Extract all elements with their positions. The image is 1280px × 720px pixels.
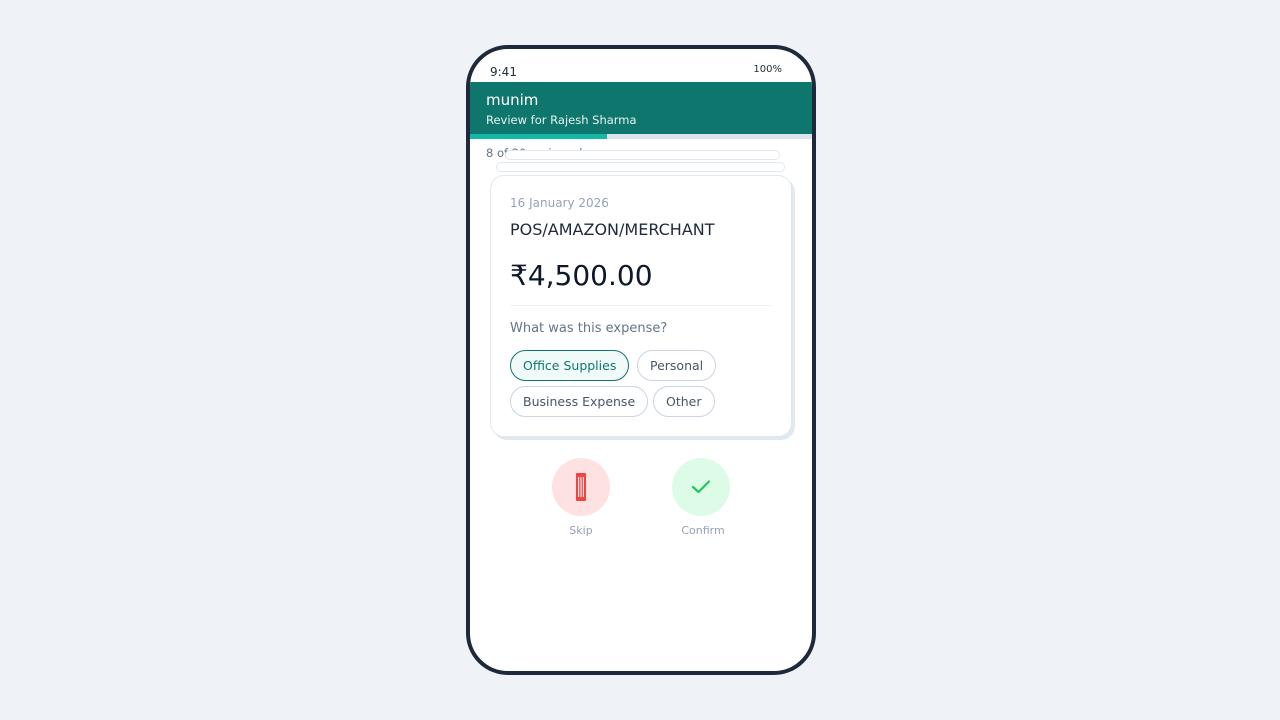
skip-button[interactable] [552, 458, 610, 516]
confirm-label: Confirm [681, 524, 725, 537]
check-icon [691, 480, 711, 494]
trash-icon [576, 473, 586, 501]
category-chip-personal[interactable]: Personal [637, 350, 717, 381]
status-bar: 9:41 100% [470, 49, 812, 82]
skip-label: Skip [569, 524, 593, 537]
category-question: What was this expense? [510, 321, 668, 336]
progress-fill [470, 134, 607, 139]
stacked-card-back [505, 150, 780, 160]
divider [510, 305, 772, 306]
progress-bar [470, 134, 812, 139]
app-header: munim Review for Rajesh Sharma [470, 82, 812, 134]
battery-level: 100% [753, 64, 782, 75]
transaction-date: 16 January 2026 [510, 196, 609, 210]
phone-frame: 9:41 100% munim Review for Rajesh Sharma… [466, 45, 816, 675]
transaction-card[interactable]: 16 January 2026 POS/AMAZON/MERCHANT ₹4,5… [490, 175, 792, 437]
category-chip-business-expense[interactable]: Business Expense [510, 386, 649, 417]
category-chip-office-supplies[interactable]: Office Supplies [510, 350, 630, 381]
app-title: munim [486, 91, 539, 109]
category-chip-other[interactable]: Other [653, 386, 715, 417]
confirm-button[interactable] [672, 458, 730, 516]
status-time: 9:41 [490, 65, 517, 79]
transaction-merchant: POS/AMAZON/MERCHANT [510, 220, 715, 239]
stacked-card-middle [496, 162, 785, 172]
app-subtitle: Review for Rajesh Sharma [486, 113, 637, 127]
transaction-amount: ₹4,500.00 [510, 259, 653, 292]
